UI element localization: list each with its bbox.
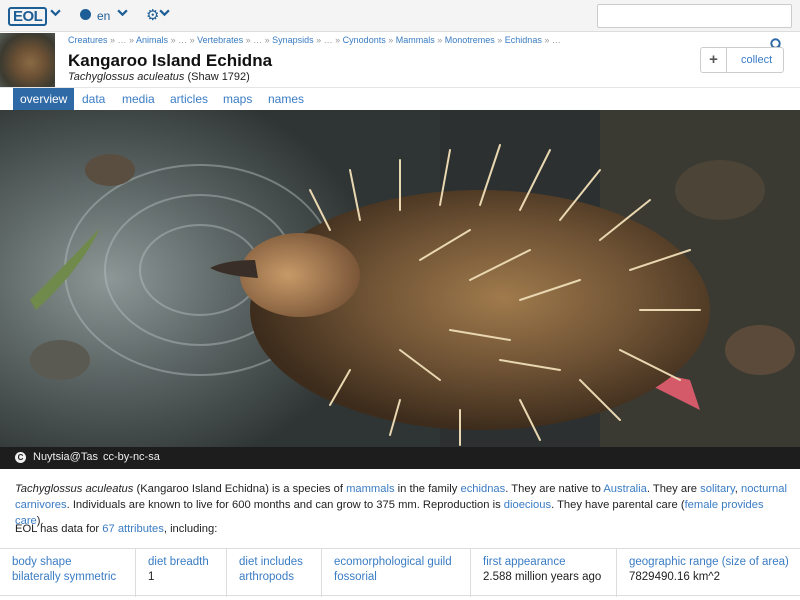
trait-cell[interactable]: body shape bilaterally symmetric (0, 549, 136, 597)
breadcrumb-separator: » … » (243, 35, 273, 45)
summary-link[interactable]: mammals (346, 483, 394, 495)
chevron-down-icon[interactable] (159, 7, 170, 21)
image-credit-bar: C Nuytsia@Tas cc-by-nc-sa (0, 447, 800, 469)
tab-names[interactable]: names (261, 88, 311, 111)
breadcrumb-separator: » (494, 35, 505, 45)
trait-cell[interactable]: first appearance 2.588 million years ago (471, 549, 617, 597)
tab-bar: overview data media articles maps names (0, 87, 800, 111)
tab-maps[interactable]: maps (216, 88, 259, 111)
scientific-name-text: Tachyglossus aculeatus (68, 71, 185, 83)
image-author[interactable]: Nuytsia@Tas (33, 451, 98, 463)
breadcrumb-link[interactable]: Cynodonts (343, 35, 386, 45)
species-thumbnail[interactable] (0, 33, 55, 87)
breadcrumb-separator: » … » (168, 35, 198, 45)
chevron-down-icon[interactable] (117, 7, 128, 21)
summary-text: . Individuals are known to live for 600 … (66, 499, 504, 511)
trait-value: 2.588 million years ago (483, 571, 602, 583)
breadcrumb-separator: » … » (107, 35, 137, 45)
trait-value: fossorial (334, 571, 377, 583)
breadcrumb-link[interactable]: Animals (136, 35, 168, 45)
trait-key: first appearance (483, 556, 566, 568)
tab-media[interactable]: media (115, 88, 162, 111)
breadcrumb-link[interactable]: Vertebrates (197, 35, 243, 45)
summary-link[interactable]: solitary (700, 483, 735, 495)
summary-link[interactable]: dioecious (504, 499, 551, 511)
authority-text: (Shaw 1792) (187, 71, 250, 83)
summary-scientific-name: Tachyglossus aculeatus (15, 483, 134, 495)
breadcrumb-link[interactable]: Echidnas (505, 35, 542, 45)
tab-articles[interactable]: articles (163, 88, 215, 111)
plus-icon: + (701, 48, 727, 72)
summary-link[interactable]: echidnas (460, 483, 505, 495)
breadcrumb: Creatures » … » Animals » … » Vertebrate… (68, 35, 561, 45)
collect-button[interactable]: + collect (700, 47, 784, 73)
image-license[interactable]: cc-by-nc-sa (103, 451, 160, 463)
scientific-name: Tachyglossus aculeatus (Shaw 1792) (68, 71, 250, 83)
eol-logo[interactable]: EOL (8, 7, 48, 26)
trait-cell[interactable]: diet includes arthropods (227, 549, 322, 597)
data-count-prefix: EOL has data for (15, 523, 103, 535)
data-count-suffix: , including: (163, 523, 218, 535)
hero-image[interactable] (0, 110, 800, 447)
species-summary: Tachyglossus aculeatus (Kangaroo Island … (15, 481, 790, 529)
breadcrumb-link[interactable]: Monotremes (445, 35, 495, 45)
trait-cell[interactable]: diet breadth 1 (136, 549, 227, 597)
globe-icon[interactable] (80, 9, 91, 20)
breadcrumb-link[interactable]: Creatures (68, 35, 108, 45)
summary-text: . They have parental care ( (551, 499, 685, 511)
breadcrumb-separator: » … » (313, 35, 343, 45)
breadcrumb-separator: » (434, 35, 445, 45)
gear-icon[interactable]: ⚙ (146, 6, 159, 24)
breadcrumb-link[interactable]: Synapsids (272, 35, 314, 45)
tab-data[interactable]: data (75, 88, 112, 111)
summary-link[interactable]: Australia (603, 483, 647, 495)
search-input[interactable] (597, 4, 792, 28)
summary-text: (Kangaroo Island Echidna) is a species o… (133, 483, 347, 495)
breadcrumb-separator: » … (541, 35, 561, 45)
summary-text: in the family (394, 483, 461, 495)
trait-value: bilaterally symmetric (12, 571, 117, 583)
copyright-icon: C (15, 452, 26, 463)
language-selector[interactable]: en (97, 9, 110, 23)
trait-key: diet breadth (148, 556, 209, 568)
attributes-link[interactable]: 67 attributes (102, 523, 164, 535)
divider (0, 595, 800, 600)
summary-text: . They are (646, 483, 701, 495)
echidna-photo (0, 110, 800, 447)
summary-text: . They are native to (505, 483, 604, 495)
trait-cell[interactable]: ecomorphological guild fossorial (322, 549, 471, 597)
breadcrumb-separator: » (385, 35, 396, 45)
trait-key: body shape (12, 556, 72, 568)
trait-key: ecomorphological guild (334, 556, 452, 568)
trait-value: arthropods (239, 571, 294, 583)
page-title: Kangaroo Island Echidna (68, 51, 273, 70)
tab-overview[interactable]: overview (13, 88, 75, 111)
trait-cell[interactable]: geographic range (size of area) 7829490.… (617, 549, 800, 597)
trait-value: 7829490.16 km^2 (629, 571, 721, 583)
trait-key: diet includes (239, 556, 303, 568)
collect-label: collect (741, 54, 773, 66)
trait-key: geographic range (size of area) (629, 556, 789, 568)
chevron-down-icon[interactable] (50, 7, 61, 21)
data-count: EOL has data for 67 attributes, includin… (15, 523, 217, 535)
trait-value: 1 (148, 571, 155, 583)
top-bar: EOL en ⚙ (0, 0, 800, 32)
breadcrumb-link[interactable]: Mammals (396, 35, 435, 45)
traits-row: body shape bilaterally symmetric diet br… (0, 548, 800, 600)
